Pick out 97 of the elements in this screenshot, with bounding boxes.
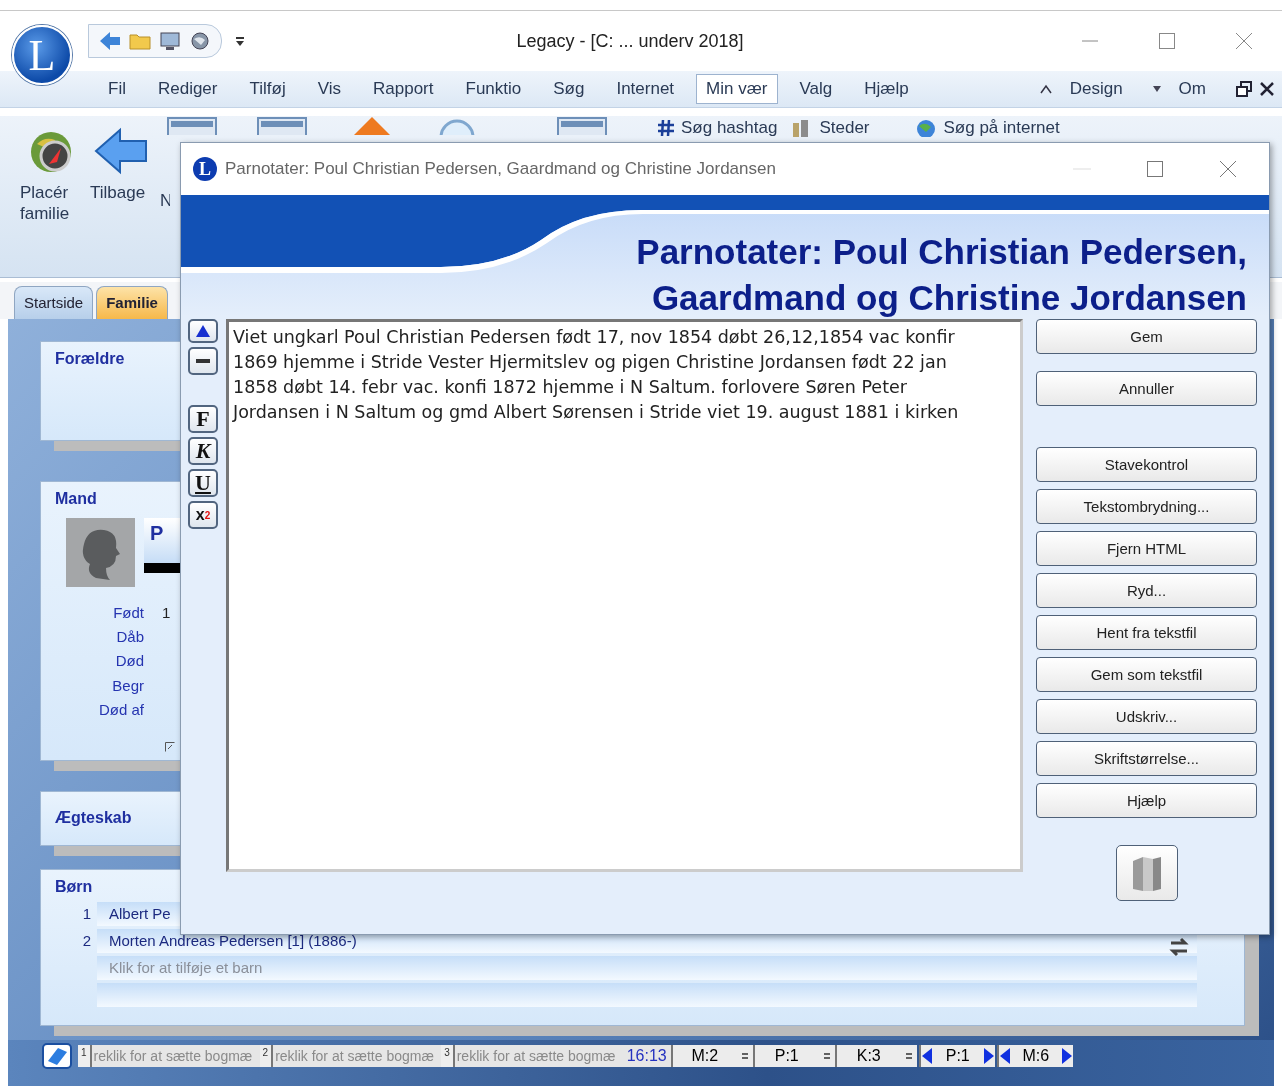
- ribbon-button[interactable]: Placér familie: [20, 126, 82, 224]
- restore-icon[interactable]: [1236, 81, 1252, 97]
- ribbon-link[interactable]: Steder: [819, 118, 870, 138]
- window-icon[interactable]: [557, 117, 607, 135]
- tab[interactable]: Startside: [14, 285, 94, 319]
- bookmark-field[interactable]: reklik for at sætte bogmæ: [89, 1045, 260, 1067]
- bookmark-book-icon[interactable]: [42, 1043, 72, 1069]
- collapse-ribbon-icon[interactable]: [1039, 84, 1052, 94]
- swap-icon[interactable]: [1169, 935, 1189, 958]
- app-logo: L: [193, 157, 217, 181]
- dialog-button[interactable]: Annuller: [1036, 371, 1257, 406]
- back-arrow-icon[interactable]: [99, 31, 121, 51]
- window-icon[interactable]: [257, 117, 307, 135]
- event-value: 1: [162, 603, 171, 621]
- maximize-icon[interactable]: [1146, 160, 1164, 178]
- resize-icon: [165, 741, 175, 752]
- menu-item[interactable]: Hjælp: [854, 74, 919, 104]
- panel-heading: Ægteskab: [55, 808, 132, 827]
- dialog-button[interactable]: Udskriv...: [1036, 699, 1257, 734]
- bookmark-number: 3: [441, 1045, 453, 1067]
- menu-item[interactable]: Funktio: [455, 74, 532, 104]
- dash-icon: [195, 358, 211, 364]
- monitor-icon[interactable]: [159, 31, 181, 51]
- maximize-icon[interactable]: [1158, 32, 1176, 50]
- menu-item[interactable]: Søg: [543, 74, 595, 104]
- format-button[interactable]: K: [188, 437, 218, 465]
- panel-heading: Forældre: [55, 349, 125, 368]
- ribbon-link[interactable]: Søg hashtag: [681, 118, 778, 138]
- close-icon[interactable]: [1260, 82, 1274, 96]
- event-label: Dåb: [116, 627, 144, 647]
- dialog-button[interactable]: Tekstombrydning...: [1036, 489, 1257, 524]
- format-button[interactable]: F: [188, 405, 218, 433]
- menu-item[interactable]: Rediger: [147, 74, 228, 104]
- dialog-heading: Parnotater: Poul Christian Pedersen, Gaardmand og Christine Jordansen: [635, 231, 1247, 319]
- left-arrow-icon[interactable]: [998, 1047, 1011, 1065]
- globe-icon[interactable]: [189, 31, 211, 51]
- bookmark-field[interactable]: reklik for at sætte bogmæ: [271, 1045, 442, 1067]
- window-icon[interactable]: [167, 117, 217, 135]
- dialog-title: Parnotater: Poul Christian Pedersen, Gaardmand og Christine Jordansen: [225, 159, 777, 179]
- menu-item[interactable]: Internet: [606, 74, 685, 104]
- counter: P:1: [944, 1047, 971, 1065]
- row-number: 1: [81, 903, 92, 924]
- counter: K:3: [834, 1045, 901, 1067]
- ribbon-link[interactable]: Søg på internet: [943, 118, 1060, 138]
- dialog-button[interactable]: Hent fra tekstfil: [1036, 615, 1257, 650]
- child-name[interactable]: Morten Andreas Pedersen [1] (1886-): [109, 931, 357, 949]
- caret-icon[interactable]: [1152, 86, 1161, 92]
- format-button[interactable]: U: [188, 469, 218, 497]
- person-name[interactable]: P: [150, 521, 164, 544]
- move-up-button[interactable]: [188, 319, 218, 343]
- right-arrow-icon[interactable]: [1060, 1047, 1073, 1065]
- right-arrow-icon[interactable]: [982, 1047, 995, 1065]
- spin-icon[interactable]: [741, 1051, 748, 1061]
- menu-item[interactable]: Valg: [789, 74, 843, 104]
- menu-item[interactable]: Min vær: [696, 74, 778, 104]
- child-name[interactable]: Albert Pe: [109, 904, 171, 922]
- menu-item[interactable]: Fil: [98, 74, 136, 104]
- dash-button[interactable]: [188, 347, 218, 375]
- event-label: Begr: [112, 675, 144, 696]
- dialog-button[interactable]: Stavekontrol: [1036, 447, 1257, 482]
- back-arrow-icon[interactable]: [92, 126, 150, 176]
- up-triangle-icon: [195, 324, 211, 338]
- customize-icon[interactable]: [234, 35, 246, 47]
- menu-item[interactable]: Vis: [307, 74, 351, 104]
- tab[interactable]: Familie: [96, 285, 168, 319]
- person-silhouette-icon: [66, 517, 135, 587]
- bookmark-field[interactable]: reklik for at sætte bogmæ: [452, 1045, 623, 1067]
- spin-icon[interactable]: [823, 1051, 830, 1061]
- hashtag-icon[interactable]: [657, 119, 675, 137]
- dialog-button[interactable]: Gem som tekstfil: [1036, 657, 1257, 692]
- event-label: Født: [113, 602, 144, 623]
- book-button[interactable]: [1115, 845, 1178, 901]
- panel-heading: Mand: [55, 489, 97, 508]
- dialog-button[interactable]: Ryd...: [1036, 573, 1257, 608]
- menu-item[interactable]: Tilføj: [239, 74, 296, 104]
- app-logo[interactable]: L: [12, 25, 72, 85]
- ribbon-button[interactable]: Tilbage: [90, 126, 152, 203]
- left-arrow-icon[interactable]: [920, 1047, 933, 1065]
- counter: M:6: [1021, 1047, 1051, 1065]
- counter: P:1: [752, 1045, 819, 1067]
- window-title: Legacy - [C: ... underv 2018]: [515, 30, 745, 52]
- menu-item[interactable]: Om: [1168, 74, 1216, 104]
- spin-icon[interactable]: [905, 1051, 912, 1061]
- menu-item[interactable]: Design: [1059, 74, 1133, 104]
- dialog-button[interactable]: Gem: [1036, 319, 1257, 354]
- menu-item[interactable]: Rapport: [363, 74, 444, 104]
- clock-time: 16:13: [622, 1045, 671, 1067]
- dialog-button[interactable]: Skriftstørrelse...: [1036, 741, 1257, 776]
- counter: M:2: [670, 1045, 737, 1067]
- dialog-button[interactable]: Hjælp: [1036, 783, 1257, 818]
- notes-field[interactable]: Viet ungkarl Poul Christian Pedersen født 17, nov 1854 døbt 26,12,1854 vac konfir 1869 hjemme i Stride Vester Hjermitslev og pigen Christine Jordansen født 22 jan 1858 døbt 14. febr vac. konfi 1872 hjemme i N Saltum. forlovere Søren Peter Jordansen i N Saltum og gmd Albert Sørensen i Stride viet 19. august 1881 i kirken: [226, 319, 1023, 872]
- panel-heading: Børn: [55, 877, 93, 896]
- dialog-button[interactable]: Fjern HTML: [1036, 531, 1257, 566]
- row-number: 2: [81, 930, 92, 951]
- event-label: Død: [115, 651, 144, 672]
- event-label: Død af: [99, 699, 144, 720]
- bookmark-number: 1: [78, 1045, 90, 1067]
